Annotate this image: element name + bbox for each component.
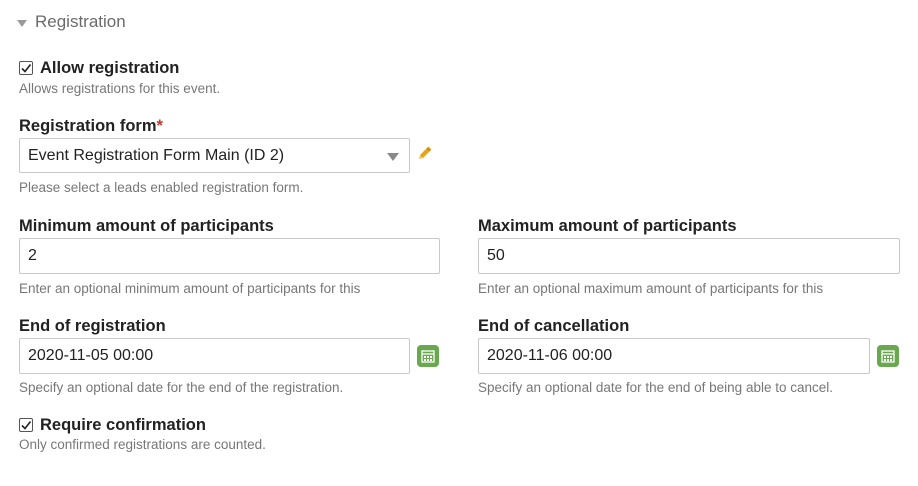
required-mark: * (156, 117, 163, 135)
registration-form-selected-value: Event Registration Form Main (ID 2) (28, 146, 285, 164)
min-participants-value: 2 (28, 247, 37, 264)
section-title: Registration (35, 12, 126, 31)
registration-form-select[interactable]: Event Registration Form Main (ID 2) (19, 138, 410, 173)
calendar-icon (421, 350, 435, 363)
end-of-cancellation-label: End of cancellation (478, 317, 630, 335)
registration-form-label: Registration form* (19, 117, 163, 135)
require-confirmation-row: Require confirmation (19, 414, 206, 436)
checkmark-icon (21, 421, 32, 430)
require-confirmation-checkbox[interactable] (19, 418, 33, 432)
require-confirmation-help: Only confirmed registrations are counted… (19, 437, 266, 452)
require-confirmation-label[interactable]: Require confirmation (40, 416, 206, 435)
end-of-registration-help: Specify an optional date for the end of … (19, 380, 344, 395)
pencil-icon[interactable] (416, 144, 434, 162)
max-participants-label: Maximum amount of participants (478, 217, 737, 235)
end-of-cancellation-calendar-button[interactable] (877, 345, 899, 367)
max-participants-help: Enter an optional maximum amount of part… (478, 281, 824, 296)
end-of-registration-calendar-button[interactable] (417, 345, 439, 367)
allow-registration-help: Allows registrations for this event. (19, 81, 221, 96)
allow-registration-checkbox[interactable] (19, 61, 33, 75)
min-participants-help: Enter an optional minimum amount of part… (19, 281, 361, 296)
allow-registration-label[interactable]: Allow registration (40, 59, 179, 78)
end-of-cancellation-input[interactable]: 2020-11-06 00:00 (478, 338, 870, 374)
end-of-cancellation-value: 2020-11-06 00:00 (487, 347, 613, 364)
allow-registration-row: Allow registration (19, 57, 179, 79)
registration-form-help: Please select a leads enabled registrati… (19, 180, 304, 195)
min-participants-label: Minimum amount of participants (19, 217, 274, 235)
end-of-registration-label: End of registration (19, 317, 166, 335)
max-participants-input[interactable]: 50 (478, 238, 900, 274)
section-header-registration[interactable]: Registration (17, 10, 126, 34)
end-of-registration-input[interactable]: 2020-11-05 00:00 (19, 338, 410, 374)
min-participants-input[interactable]: 2 (19, 238, 440, 274)
calendar-icon (881, 350, 895, 363)
checkmark-icon (21, 64, 32, 73)
max-participants-value: 50 (487, 247, 505, 264)
caret-down-icon (17, 19, 27, 27)
end-of-cancellation-help: Specify an optional date for the end of … (478, 380, 834, 395)
chevron-down-icon (387, 153, 399, 161)
end-of-registration-value: 2020-11-05 00:00 (28, 347, 154, 364)
